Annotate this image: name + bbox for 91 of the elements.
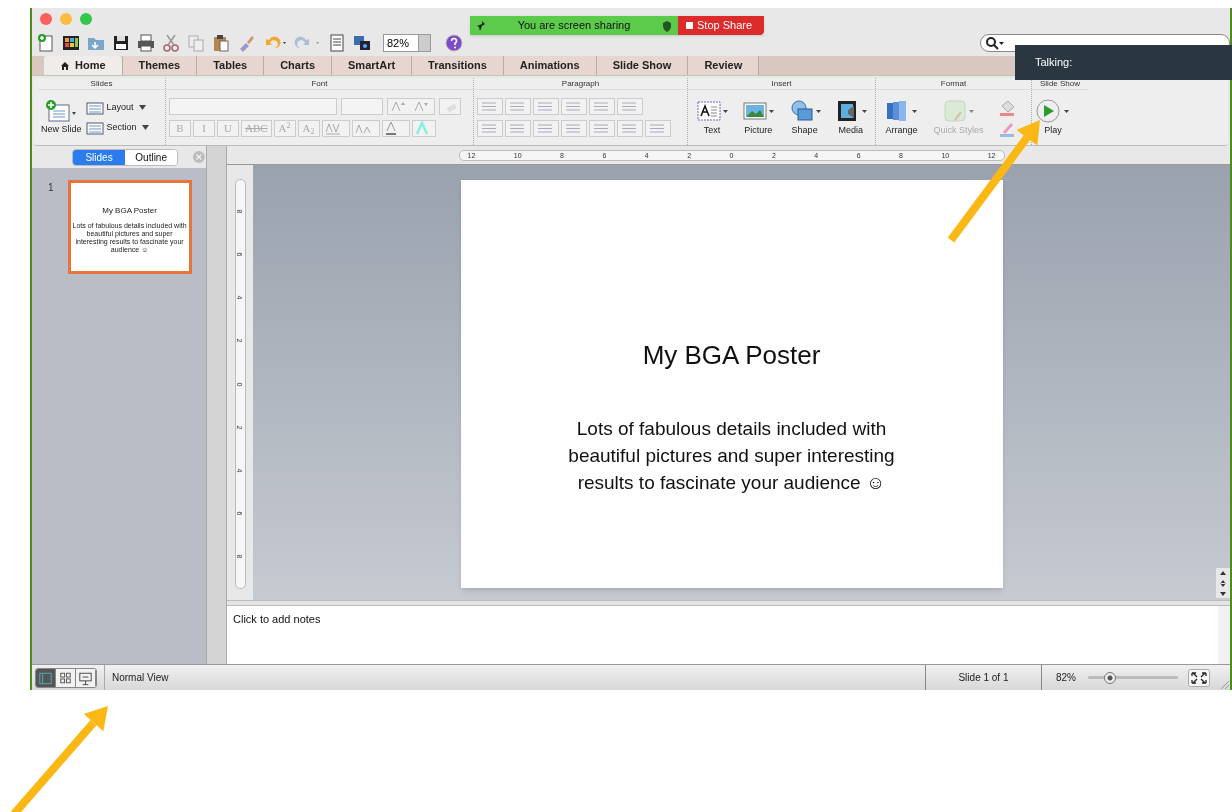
ribbon-tab[interactable]: Animations — [503, 56, 597, 75]
cut-icon[interactable] — [161, 33, 181, 53]
close-icon[interactable] — [192, 150, 206, 164]
group-title: Paragraph — [474, 78, 687, 90]
search-icon — [985, 36, 1005, 50]
play-icon — [1035, 97, 1071, 124]
talking-label: Talking: — [1035, 55, 1073, 71]
group-title: Slides — [38, 78, 165, 90]
group-title: Insert — [688, 78, 875, 90]
text-direction-icon[interactable] — [617, 120, 643, 137]
ribbon-tab[interactable]: SmartArt — [332, 56, 413, 75]
minimize-button[interactable] — [60, 13, 72, 25]
pane-tab[interactable]: Outline — [125, 149, 178, 165]
insert-button[interactable]: Media — [833, 97, 868, 138]
ribbon-tab[interactable]: Slide Show — [596, 56, 689, 75]
format-button[interactable]: Arrange — [884, 97, 919, 138]
font-name-field[interactable] — [169, 98, 337, 115]
outdent-icon[interactable] — [533, 98, 559, 115]
section-icon — [85, 120, 104, 135]
paste-icon[interactable] — [211, 33, 231, 53]
new-slide-button[interactable]: New Slide — [41, 98, 82, 137]
spacing-icon[interactable] — [321, 120, 350, 137]
indent-icon[interactable] — [561, 98, 587, 115]
case-icon[interactable] — [351, 120, 380, 137]
bullets-icon[interactable] — [477, 98, 503, 115]
ribbon-tab[interactable]: Home — [44, 56, 123, 75]
view-name: Normal View — [112, 671, 169, 685]
caret-icon — [138, 105, 146, 110]
help-icon[interactable] — [444, 33, 464, 53]
slide-body[interactable]: Lots of fabulous details included with beautiful pictures and super interesting results to fascinate your audience ☺ — [568, 415, 895, 496]
thumbnail-title: My BGA Poster — [102, 204, 157, 217]
slide-number: 1 — [48, 181, 54, 195]
line-spacing-icon[interactable] — [589, 98, 615, 115]
slide-counter: Slide 1 of 1 — [957, 671, 1010, 685]
new-document-icon[interactable] — [36, 33, 56, 53]
justify-icon[interactable] — [561, 120, 587, 137]
show-view-icon[interactable] — [76, 668, 96, 687]
document-view-icon[interactable] — [327, 33, 347, 53]
caret-icon — [141, 125, 149, 130]
ribbon-tab[interactable]: Transitions — [412, 56, 504, 75]
align-text-icon[interactable] — [645, 120, 671, 137]
ribbon-tab[interactable]: Themes — [122, 56, 198, 75]
new-slide-icon — [45, 98, 78, 123]
stop-share-button[interactable]: Stop Share — [678, 16, 764, 35]
font-color-icon[interactable] — [381, 120, 410, 137]
sorter-view-icon[interactable] — [56, 668, 76, 687]
layout-icon — [85, 100, 104, 115]
slide-title[interactable]: My BGA Poster — [642, 336, 821, 375]
section-button[interactable]: Section — [85, 120, 149, 135]
pin-icon — [476, 19, 486, 32]
shield-icon — [662, 19, 672, 32]
insert-button[interactable]: Shape — [787, 97, 822, 138]
slider-thumb[interactable] — [1103, 671, 1116, 684]
ribbon-tab[interactable]: Tables — [197, 56, 265, 75]
media-browser-icon[interactable] — [352, 33, 372, 53]
clear-format-icon[interactable] — [439, 98, 461, 115]
play-button[interactable]: Play — [1035, 97, 1071, 138]
numbering-icon[interactable] — [505, 98, 531, 115]
align-center-icon[interactable] — [505, 120, 531, 137]
fit-window-icon[interactable] — [1188, 668, 1210, 687]
pane-splitter[interactable] — [206, 146, 227, 664]
close-button[interactable] — [40, 13, 52, 25]
normal-view-icon[interactable] — [36, 668, 56, 687]
zoom-field[interactable]: 82% — [383, 34, 431, 52]
insert-button[interactable]: Picture — [741, 97, 776, 138]
group-title: Font — [166, 78, 473, 90]
home-icon — [60, 60, 70, 71]
save-icon[interactable] — [111, 33, 131, 53]
ribbon-tab[interactable]: Review — [688, 56, 760, 75]
distribute-icon[interactable] — [589, 120, 615, 137]
gallery-icon[interactable] — [61, 33, 81, 53]
style-brush-icon — [941, 97, 976, 124]
sharing-status: You are screen sharing — [517, 18, 631, 34]
layout-button[interactable]: Layout — [85, 100, 149, 115]
zoom-slider[interactable] — [1088, 671, 1178, 684]
notes-pane[interactable]: Click to add notes — [227, 606, 1230, 664]
slide-canvas[interactable]: My BGA Poster Lots of fabulous details included with beautiful pictures and super interesting results to fascinate your audience ☺ — [460, 180, 1003, 588]
ribbon-tab[interactable]: Charts — [264, 56, 332, 75]
columns-icon[interactable] — [617, 98, 643, 115]
pane-tab[interactable]: Slides — [73, 149, 126, 165]
font-size-buttons-icon[interactable] — [387, 98, 435, 115]
font-size-field[interactable] — [341, 98, 383, 115]
insert-button[interactable]: Text — [695, 97, 730, 138]
copy-icon[interactable] — [186, 33, 206, 53]
align-left-icon[interactable] — [477, 120, 503, 137]
align-right-icon[interactable] — [533, 120, 559, 137]
notes-placeholder[interactable]: Click to add notes — [233, 611, 1212, 628]
resize-grip-icon[interactable] — [1218, 678, 1230, 690]
print-icon[interactable] — [136, 33, 156, 53]
zoom-button[interactable] — [80, 13, 92, 25]
zoom-percent: 82% — [1056, 671, 1076, 685]
